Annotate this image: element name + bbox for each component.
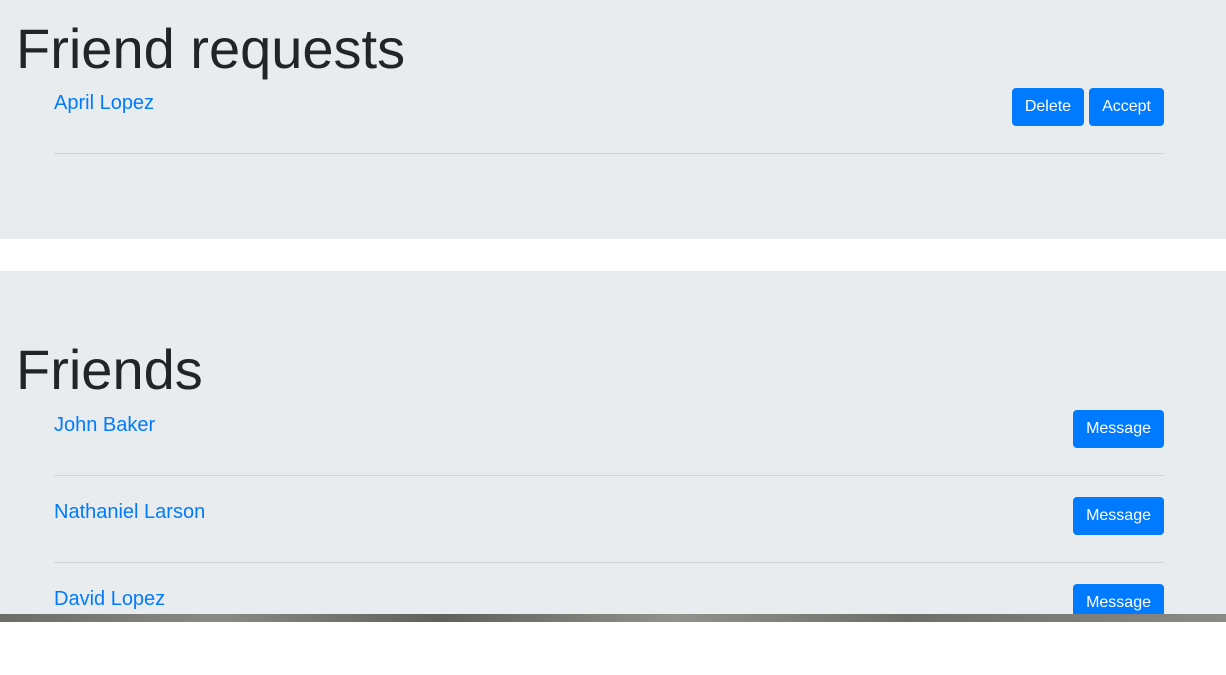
friend-request-actions: Delete Accept xyxy=(1011,88,1164,126)
friend-name-link[interactable]: Nathaniel Larson xyxy=(54,500,205,524)
friend-row: John Baker Message xyxy=(54,410,1164,501)
friend-actions: Message xyxy=(1073,410,1164,448)
message-button[interactable]: Message xyxy=(1073,410,1164,448)
message-button[interactable]: Message xyxy=(1073,497,1164,535)
friend-name-link[interactable]: John Baker xyxy=(54,413,155,437)
friends-title: Friends xyxy=(16,338,203,401)
friend-row: Nathaniel Larson Message xyxy=(54,497,1164,588)
friend-requests-section: Friend requests April Lopez Delete Accep… xyxy=(0,0,1226,239)
friend-actions: Message xyxy=(1073,497,1164,535)
friend-name-link[interactable]: David Lopez xyxy=(54,587,165,611)
friend-request-name-link[interactable]: April Lopez xyxy=(54,91,154,115)
friends-section: Friends John Baker Message Nathaniel Lar… xyxy=(0,271,1226,622)
delete-request-button[interactable]: Delete xyxy=(1011,88,1085,126)
friend-request-row: April Lopez Delete Accept xyxy=(54,88,1164,179)
friend-row: David Lopez Message xyxy=(54,584,1164,675)
friend-requests-title: Friend requests xyxy=(16,17,406,80)
accept-request-button[interactable]: Accept xyxy=(1089,88,1164,126)
background-image-strip xyxy=(0,614,1226,622)
